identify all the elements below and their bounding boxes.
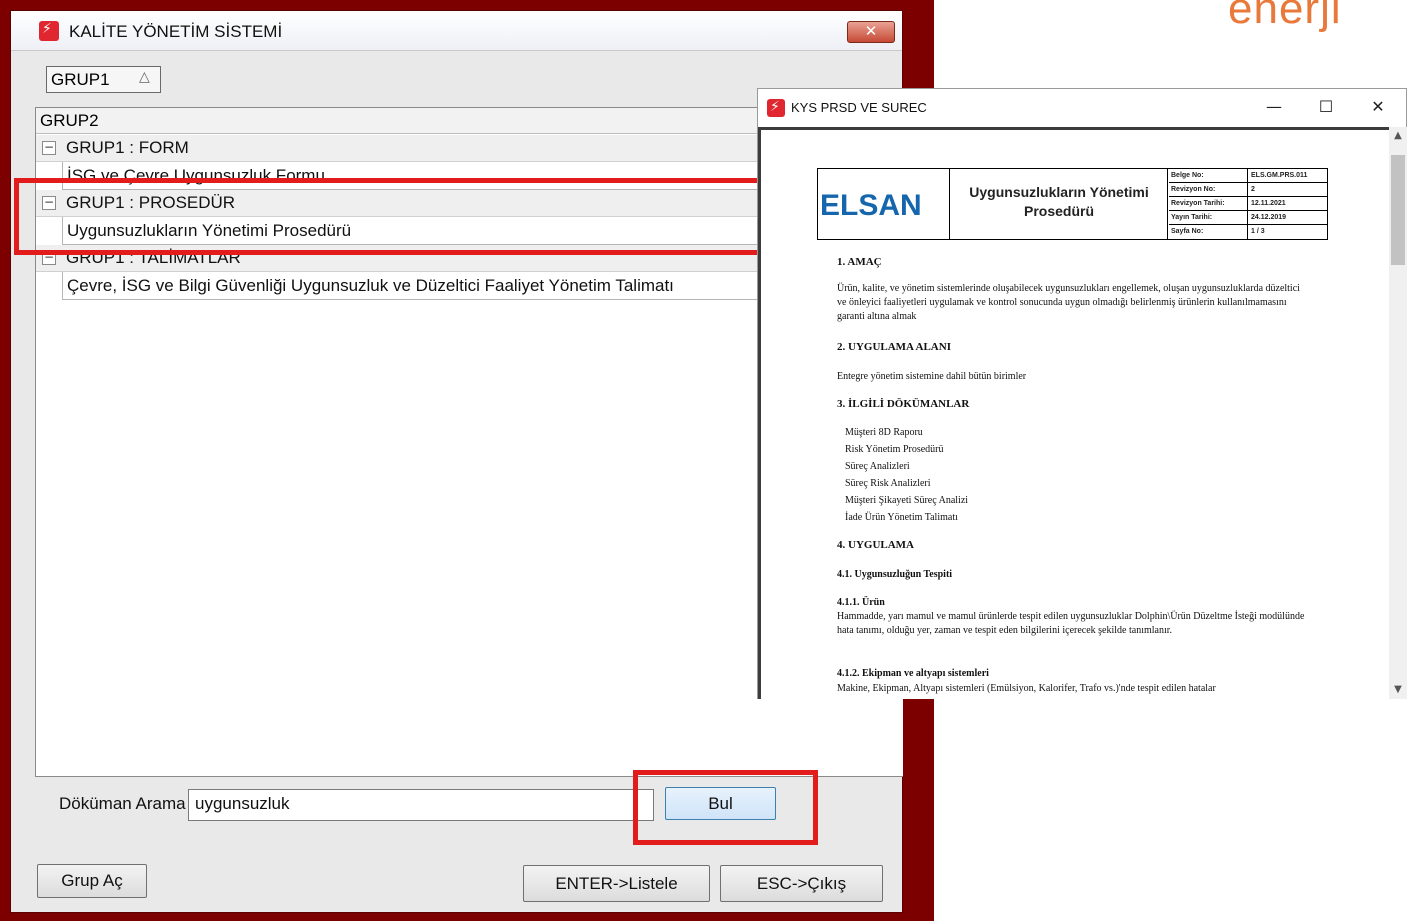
section-heading: 1. AMAÇ xyxy=(837,256,882,268)
scrollbar-thumb[interactable] xyxy=(1391,155,1405,265)
scroll-down-icon[interactable]: ▼ xyxy=(1389,681,1407,699)
meta-row: Revizyon No: 2 xyxy=(1169,183,1327,197)
highlight-annotation-find-button xyxy=(633,770,818,845)
meta-key: Revizyon Tarihi: xyxy=(1171,200,1225,207)
main-titlebar: KALİTE YÖNETİM SİSTEMİ ✕ xyxy=(11,11,902,51)
section-paragraph: Entegre yönetim sistemine dahil bütün bi… xyxy=(837,371,1027,382)
company-logo-text: ELSAN xyxy=(820,189,922,222)
meta-key: Revizyon No: xyxy=(1171,186,1216,193)
list-button[interactable]: ENTER->Listele xyxy=(523,865,710,902)
grid-column-header-label: GRUP2 xyxy=(40,111,99,130)
app-logo-icon xyxy=(767,99,785,117)
meta-key: Belge No: xyxy=(1171,172,1204,179)
highlight-annotation-procedure-row xyxy=(14,178,774,255)
meta-row: Sayfa No: 1 / 3 xyxy=(1169,225,1327,239)
meta-value: 24.12.2019 xyxy=(1251,214,1287,221)
screenshot-stage: enerji KALİTE YÖNETİM SİSTEMİ ✕ GRUP1 △ … xyxy=(0,0,1427,921)
section-heading: 3. İLGİLİ DÖKÜMANLAR xyxy=(837,398,970,410)
group-by-chip[interactable]: GRUP1 △ xyxy=(46,66,161,93)
pdf-page: ELSAN Uygunsuzlukların Yönetimi Prosedür… xyxy=(758,127,1389,699)
collapse-toggle-icon[interactable]: − xyxy=(42,141,56,155)
pdf-viewer-window: KYS PRSD VE SUREC — ☐ ✕ ELSAN Uygunsuzlu… xyxy=(757,88,1407,699)
group-by-chip-label: GRUP1 xyxy=(51,70,110,89)
meta-key: Yayın Tarihi: xyxy=(1171,214,1213,221)
brand-logo-text: enerji xyxy=(1228,0,1342,33)
company-logo: ELSAN xyxy=(818,169,950,239)
vertical-scrollbar[interactable]: ▲ ▼ xyxy=(1389,127,1407,699)
list-item: Müşteri Şikayeti Süreç Analizi xyxy=(845,495,969,506)
list-item: Müşteri 8D Raporu xyxy=(845,427,923,438)
subsection-heading: 4.1.1. Ürün xyxy=(837,597,885,608)
section-heading: 4. UYGULAMA xyxy=(837,539,914,551)
document-title-line1: Uygunsuzlukların Yönetimi xyxy=(969,184,1149,200)
pdf-window-title: KYS PRSD VE SUREC xyxy=(791,100,927,115)
section-heading: 2. UYGULAMA ALANI xyxy=(837,341,951,353)
document-meta-table: Belge No: ELS.GM.PRS.011 Revizyon No: 2 Re… xyxy=(1169,169,1327,239)
minimize-icon[interactable]: — xyxy=(1262,95,1286,119)
subsection-heading: 4.1.2. Ekipman ve altyapı sistemleri xyxy=(837,668,989,679)
section-paragraph: Makine, Ekipman, Altyapı sistemleri (Emü… xyxy=(837,683,1216,694)
meta-row: Belge No: ELS.GM.PRS.011 xyxy=(1169,169,1327,183)
meta-row: Revizyon Tarihi: 12.11.2021 xyxy=(1169,197,1327,211)
meta-value: ELS.GM.PRS.011 xyxy=(1251,172,1308,179)
sort-ascending-icon[interactable]: △ xyxy=(139,69,150,85)
section-paragraph: Ürün, kalite, ve yönetim sistemlerinde o… xyxy=(837,283,1300,322)
list-item: İade Ürün Yönetim Talimatı xyxy=(845,512,958,523)
pdf-titlebar: KYS PRSD VE SUREC — ☐ ✕ xyxy=(758,89,1406,127)
document-title-line2: Prosedürü xyxy=(1023,203,1094,219)
scroll-up-icon[interactable]: ▲ xyxy=(1389,127,1407,145)
list-item: Süreç Analizleri xyxy=(845,461,910,472)
close-window-button[interactable]: ✕ xyxy=(847,21,895,43)
app-logo-icon xyxy=(39,21,59,41)
meta-value: 2 xyxy=(1251,186,1255,193)
document-header-table: ELSAN Uygunsuzlukların Yönetimi Prosedür… xyxy=(817,168,1328,240)
close-icon[interactable]: ✕ xyxy=(1366,95,1390,119)
meta-value: 1 / 3 xyxy=(1251,228,1265,235)
main-window-title: KALİTE YÖNETİM SİSTEMİ xyxy=(69,22,283,41)
meta-key: Sayfa No: xyxy=(1171,228,1204,235)
group-row-label: GRUP1 : FORM xyxy=(66,138,189,157)
section-paragraph: Hammadde, yarı mamul ve mamul ürünlerde … xyxy=(837,611,1305,636)
exit-button[interactable]: ESC->Çıkış xyxy=(720,865,883,902)
meta-row: Yayın Tarihi: 24.12.2019 xyxy=(1169,211,1327,225)
search-label: Döküman Arama xyxy=(59,794,186,813)
list-item: Süreç Risk Analizleri xyxy=(845,478,931,489)
document-title: Uygunsuzlukların Yönetimi Prosedürü xyxy=(951,169,1168,239)
list-item-label: Çevre, İSG ve Bilgi Güvenliği Uygunsuzlu… xyxy=(67,276,674,295)
expand-group-button[interactable]: Grup Aç xyxy=(37,864,147,898)
subsection-heading: 4.1. Uygunsuzluğun Tespiti xyxy=(837,569,953,580)
list-item: Risk Yönetim Prosedürü xyxy=(845,444,944,455)
meta-value: 12.11.2021 xyxy=(1251,200,1286,207)
maximize-icon[interactable]: ☐ xyxy=(1314,95,1338,119)
search-input[interactable]: uygunsuzluk xyxy=(188,789,654,821)
